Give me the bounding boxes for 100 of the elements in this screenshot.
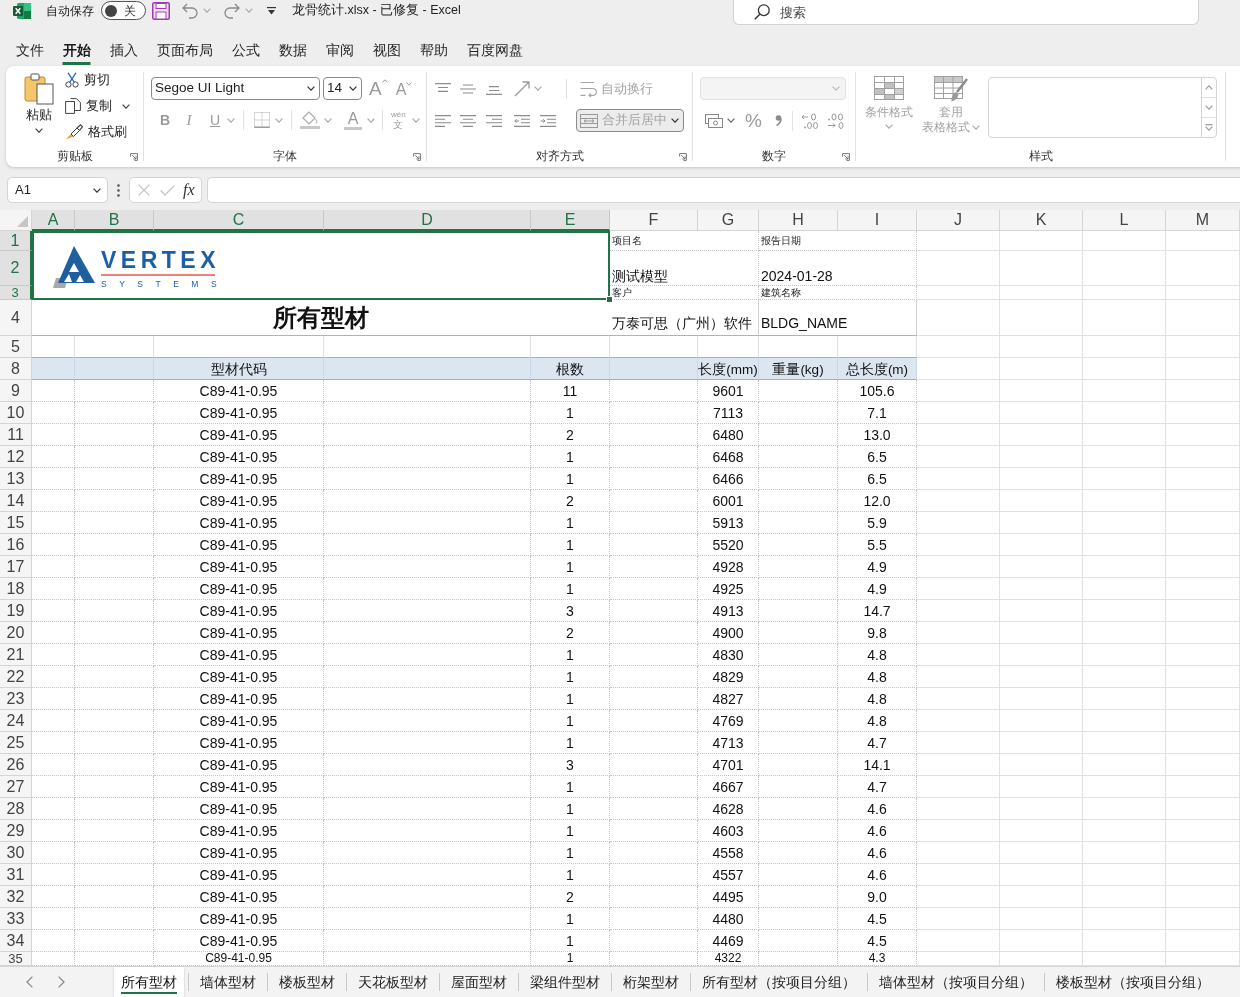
row-header[interactable]: 2 [0, 251, 32, 286]
column-header[interactable]: D [324, 210, 531, 231]
chevron-down-icon[interactable] [93, 187, 101, 193]
insert-function-button[interactable]: fx [183, 182, 195, 198]
sheet-tab[interactable]: 所有型材（按项目分组） [695, 967, 863, 997]
decimal-increase-icon[interactable] [800, 112, 819, 129]
row-header[interactable]: 22 [0, 666, 32, 688]
row-header[interactable]: 11 [0, 424, 32, 446]
column-header[interactable]: H [759, 210, 838, 231]
column-header[interactable]: M [1166, 210, 1240, 231]
ribbon-tab[interactable]: 审阅 [316, 38, 363, 65]
ribbon-tab[interactable]: 百度网盘 [457, 38, 532, 65]
row-header[interactable]: 18 [0, 578, 32, 600]
row-header[interactable]: 19 [0, 600, 32, 622]
name-box[interactable]: A1 [7, 177, 108, 203]
column-header[interactable]: J [917, 210, 1000, 231]
select-all-icon[interactable] [17, 216, 28, 227]
save-icon[interactable] [152, 1, 170, 20]
chevron-left-icon[interactable] [26, 976, 33, 988]
row-header[interactable]: 32 [0, 886, 32, 908]
row-header[interactable]: 20 [0, 622, 32, 644]
column-header[interactable]: L [1083, 210, 1166, 231]
chevron-down-icon[interactable] [727, 118, 735, 123]
chevron-down-icon[interactable] [122, 103, 130, 109]
row-header[interactable]: 14 [0, 490, 32, 512]
row-header[interactable]: 23 [0, 688, 32, 710]
row-header[interactable]: 33 [0, 908, 32, 930]
row-header[interactable]: 24 [0, 710, 32, 732]
column-header[interactable]: C [154, 210, 324, 231]
dialog-launcher-icon[interactable] [413, 153, 421, 161]
row-header[interactable]: 10 [0, 402, 32, 424]
ribbon-tab[interactable]: 文件 [6, 38, 53, 65]
fill-color-icon[interactable] [300, 111, 320, 129]
paste-button[interactable]: 粘贴 [20, 73, 58, 145]
chevron-down-icon[interactable] [349, 86, 357, 91]
sheet-tab[interactable]: 桁架型材 [616, 967, 686, 997]
copy-button[interactable]: 复制 [65, 93, 130, 119]
banknote-icon[interactable] [705, 113, 723, 128]
column-header[interactable]: B [75, 210, 154, 231]
row-header[interactable]: 21 [0, 644, 32, 666]
row-header[interactable]: 16 [0, 534, 32, 556]
customize-caret-icon[interactable] [267, 6, 276, 15]
row-header[interactable]: 13 [0, 468, 32, 490]
row-header[interactable]: 12 [0, 446, 32, 468]
column-header[interactable]: A [32, 210, 75, 231]
sheet-tab[interactable]: 墙体型材（按项目分组） [872, 967, 1040, 997]
row-header[interactable]: 4 [0, 300, 32, 336]
font-name-dropdown[interactable]: Segoe UI Light [151, 77, 320, 100]
sheet-tab[interactable]: 所有型材 [114, 967, 184, 997]
cut-button[interactable]: 剪切 [65, 67, 130, 93]
row-header[interactable]: 9 [0, 380, 32, 402]
column-header[interactable]: G [698, 210, 759, 231]
row-header[interactable]: 30 [0, 842, 32, 864]
autosave-toggle[interactable]: 关 [101, 1, 146, 20]
sheet-tab[interactable]: 天花板型材 [351, 967, 435, 997]
column-header[interactable]: E [531, 210, 610, 231]
ribbon-tab[interactable]: 插入 [100, 38, 147, 65]
ribbon-tab[interactable]: 公式 [222, 38, 269, 65]
column-header[interactable]: K [1000, 210, 1083, 231]
indent-increase-icon[interactable] [540, 114, 556, 127]
dialog-launcher-icon[interactable] [842, 153, 850, 161]
ribbon-tab[interactable]: 视图 [363, 38, 410, 65]
dialog-launcher-icon[interactable] [679, 153, 687, 161]
row-header[interactable]: 27 [0, 776, 32, 798]
row-header[interactable]: 17 [0, 556, 32, 578]
row-header[interactable]: 29 [0, 820, 32, 842]
fill-handle-icon[interactable] [606, 296, 613, 303]
borders-icon[interactable] [254, 112, 270, 128]
row-header[interactable]: 26 [0, 754, 32, 776]
diagonal-arrow-icon[interactable] [514, 80, 530, 97]
row-header[interactable]: 31 [0, 864, 32, 886]
column-header[interactable]: F [610, 210, 698, 231]
align-center-icon[interactable] [460, 114, 476, 127]
row-header[interactable]: 8 [0, 358, 32, 380]
comma-icon[interactable] [774, 115, 782, 126]
cancel-icon[interactable] [138, 184, 150, 196]
column-header[interactable]: I [838, 210, 917, 231]
align-middle-icon[interactable] [460, 82, 476, 95]
align-right-icon[interactable] [486, 114, 502, 127]
sheet-tab[interactable]: 梁组件型材 [523, 967, 607, 997]
ribbon-tab[interactable]: 开始 [53, 38, 100, 65]
dialog-launcher-icon[interactable] [130, 153, 138, 161]
row-header[interactable]: 35 [0, 952, 32, 966]
redo-icon[interactable] [224, 2, 240, 19]
row-header[interactable]: 15 [0, 512, 32, 534]
formula-input[interactable] [207, 177, 1240, 203]
logo-cell[interactable]: VERTEX SYSTEMS [32, 231, 610, 300]
indent-decrease-icon[interactable] [514, 114, 530, 127]
chevron-down-icon[interactable] [35, 128, 43, 133]
undo-icon[interactable] [182, 2, 198, 19]
row-header[interactable]: 3 [0, 286, 32, 300]
row-header[interactable]: 34 [0, 930, 32, 952]
align-top-icon[interactable] [435, 82, 451, 95]
chevron-down-icon[interactable] [307, 86, 315, 91]
align-left-icon[interactable] [435, 114, 451, 127]
decimal-decrease-icon[interactable] [826, 112, 845, 129]
row-header[interactable]: 25 [0, 732, 32, 754]
ribbon-tab[interactable]: 帮助 [410, 38, 457, 65]
row-header[interactable]: 28 [0, 798, 32, 820]
sheet-tab[interactable]: 屋面型材 [444, 967, 514, 997]
